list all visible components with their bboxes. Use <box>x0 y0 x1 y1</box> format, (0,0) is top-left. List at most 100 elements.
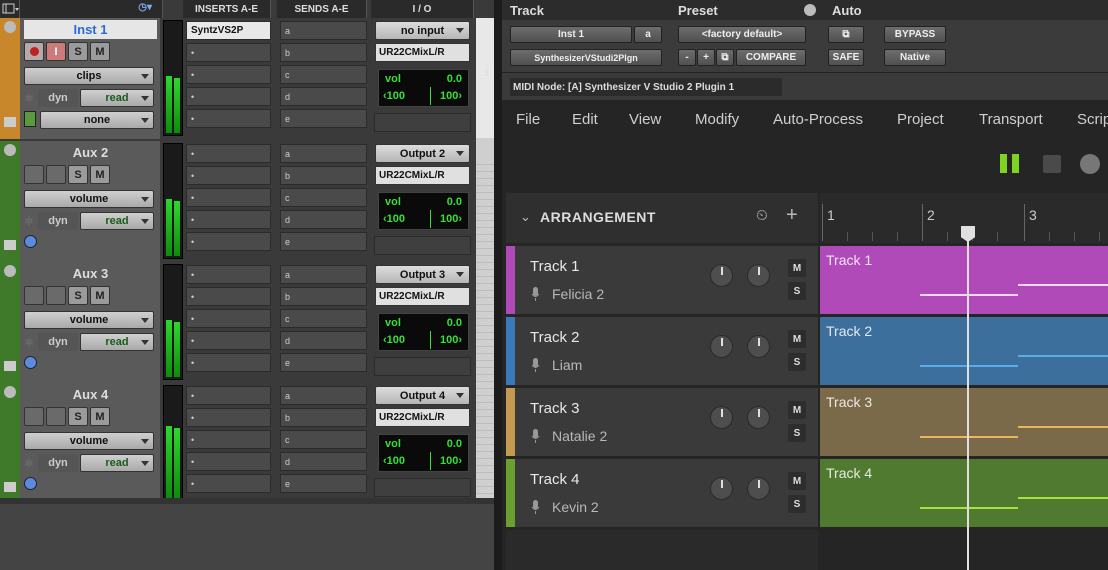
track-folder-icon[interactable] <box>4 482 16 492</box>
pan-knob[interactable] <box>747 477 770 500</box>
solo-button[interactable]: S <box>68 286 88 305</box>
add-track-icon[interactable]: + <box>786 204 798 227</box>
track-name[interactable]: Track 3 <box>530 400 579 417</box>
track-name[interactable]: Track 4 <box>530 471 579 488</box>
gain-knob[interactable] <box>710 477 733 500</box>
track-menu-icon[interactable] <box>4 265 16 277</box>
link-icon[interactable] <box>24 477 37 490</box>
view-select[interactable]: volume <box>24 311 154 329</box>
safe-button[interactable]: SAFE <box>828 49 864 66</box>
send-slot[interactable]: a <box>280 21 367 40</box>
send-slot[interactable]: b <box>280 408 367 427</box>
collapse-chevron-icon[interactable]: ⌄ <box>520 209 531 225</box>
voice-name[interactable]: Liam <box>552 357 582 373</box>
insert-slot[interactable]: • <box>186 287 271 306</box>
menu-edit[interactable]: Edit <box>572 111 598 128</box>
insert-slot[interactable]: • <box>186 474 271 493</box>
voice-icon[interactable] <box>24 111 36 127</box>
track-folder-icon[interactable] <box>4 361 16 371</box>
track-folder-icon[interactable] <box>4 240 16 250</box>
note[interactable] <box>920 294 1018 296</box>
voice-name[interactable]: Natalie 2 <box>552 428 607 444</box>
view-select[interactable]: volume <box>24 432 154 450</box>
track-header[interactable]: Track 2 Liam M S <box>506 317 818 385</box>
record-arm-icon[interactable] <box>24 407 44 426</box>
gain-knob[interactable] <box>710 406 733 429</box>
menu-project[interactable]: Project <box>897 111 944 128</box>
send-slot[interactable]: e <box>280 232 367 251</box>
preset-minus-button[interactable]: - <box>678 49 696 66</box>
volume-pan-display[interactable]: vol 0.0 ‹100 100› <box>378 434 469 472</box>
track-name[interactable]: Track 1 <box>530 258 579 275</box>
insert-slot[interactable]: • <box>186 144 271 163</box>
automation-mode-select[interactable]: read <box>80 89 154 107</box>
note[interactable] <box>1018 284 1108 286</box>
plugin-select[interactable]: SynthesizerVStudi2Plgn <box>510 49 662 66</box>
auto-enable-icon[interactable]: ⧉ <box>828 26 864 43</box>
note[interactable] <box>920 507 1018 509</box>
record-icon[interactable] <box>1080 154 1100 174</box>
track-name[interactable]: Aux 4 <box>24 385 157 404</box>
insert-slot[interactable]: • <box>186 166 271 185</box>
input-select[interactable]: Output 4 <box>375 386 470 405</box>
insert-slot[interactable]: • <box>186 331 271 350</box>
send-slot[interactable]: a <box>280 386 367 405</box>
track-header[interactable]: Track 3 Natalie 2 MS <box>506 388 818 456</box>
dyn-label[interactable]: dyn <box>38 89 78 107</box>
send-slot[interactable]: b <box>280 166 367 185</box>
volume-pan-display[interactable]: vol 0.0 ‹100 100› <box>378 69 469 107</box>
track-mute-button[interactable]: M <box>788 259 806 277</box>
solo-button[interactable]: S <box>68 42 88 61</box>
dyn-label[interactable]: dyn <box>38 454 78 472</box>
insert-slot[interactable]: • <box>186 386 271 405</box>
automation-mode-select[interactable]: read <box>80 212 154 230</box>
pan-knob[interactable] <box>747 406 770 429</box>
track-header[interactable]: Track 4 Kevin 2 MS <box>506 459 818 527</box>
send-slot[interactable]: d <box>280 452 367 471</box>
note[interactable] <box>1018 355 1108 357</box>
insert-slot[interactable]: • <box>186 232 271 251</box>
note[interactable] <box>920 365 1018 367</box>
voice-name[interactable]: Felicia 2 <box>552 286 604 302</box>
clock-icon[interactable]: ◷▾ <box>138 2 152 13</box>
track-folder-icon[interactable] <box>4 117 16 127</box>
insert-slot[interactable]: • <box>186 265 271 284</box>
insert-slot[interactable]: • <box>186 353 271 372</box>
note[interactable] <box>1018 426 1108 428</box>
note[interactable] <box>1018 497 1108 499</box>
track-lane[interactable]: Track 3 <box>820 388 1108 456</box>
link-icon[interactable] <box>24 356 37 369</box>
send-slot[interactable]: a <box>280 265 367 284</box>
menu-file[interactable]: File <box>516 111 540 128</box>
menu-transport[interactable]: Transport <box>979 111 1043 128</box>
native-button[interactable]: Native <box>884 49 946 66</box>
dyn-label[interactable]: dyn <box>38 333 78 351</box>
mute-button[interactable]: M <box>90 407 110 426</box>
stop-icon[interactable] <box>1043 155 1061 173</box>
insert-slot[interactable]: • <box>186 43 271 62</box>
solo-button[interactable]: S <box>68 165 88 184</box>
preset-select[interactable]: <factory default> <box>678 26 806 43</box>
preset-plus-button[interactable]: + <box>697 49 715 66</box>
send-slot[interactable]: d <box>280 331 367 350</box>
insert-slot[interactable]: SyntzVS2P <box>186 21 271 40</box>
send-slot[interactable]: b <box>280 43 367 62</box>
dyn-label[interactable]: dyn <box>38 212 78 230</box>
mix-scrollbar[interactable] <box>476 18 494 504</box>
send-slot[interactable]: c <box>280 430 367 449</box>
record-arm-icon[interactable] <box>24 165 44 184</box>
insert-slot[interactable]: • <box>186 87 271 106</box>
track-name[interactable]: Aux 3 <box>24 264 157 283</box>
track-mute-button[interactable]: M <box>788 330 806 348</box>
compare-button[interactable]: COMPARE <box>736 49 806 66</box>
input-monitor-button[interactable] <box>46 286 66 305</box>
track-lane[interactable]: Track 1 <box>820 246 1108 314</box>
track-lane[interactable]: Track 4 <box>820 459 1108 527</box>
track-letter-select[interactable]: a <box>634 26 662 43</box>
send-slot[interactable]: c <box>280 188 367 207</box>
insert-slot[interactable]: • <box>186 430 271 449</box>
send-slot[interactable]: e <box>280 109 367 128</box>
input-select[interactable]: no input <box>375 21 470 40</box>
automation-mode-select[interactable]: read <box>80 454 154 472</box>
output-select[interactable]: UR22CMixL/R <box>375 287 470 306</box>
